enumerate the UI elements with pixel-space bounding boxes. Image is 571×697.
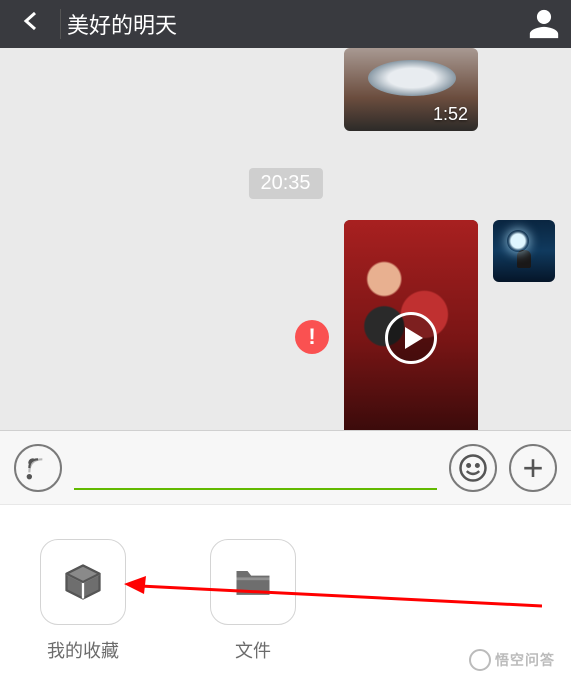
chat-message-area[interactable]: 1:52 20:35 ! 7:08 [0,48,571,430]
send-failed-icon[interactable]: ! [295,320,329,354]
panel-label: 文件 [235,637,271,663]
user-avatar[interactable] [493,220,555,282]
cube-icon [61,560,105,604]
folder-icon [231,560,275,604]
profile-icon[interactable] [527,7,561,41]
more-button[interactable]: + [509,444,557,492]
video-message-2[interactable]: 7:08 [344,220,478,430]
panel-label: 我的收藏 [47,637,119,663]
watermark: 悟空问答 [469,649,555,671]
video-message-1[interactable]: 1:52 [344,48,478,131]
text-input[interactable] [74,488,437,490]
header-divider [60,9,61,39]
video-duration: 1:52 [433,104,468,125]
panel-item-files[interactable]: 文件 [210,539,296,663]
back-button[interactable] [10,5,54,44]
plus-icon: + [522,450,543,486]
chat-header: 美好的明天 [0,0,571,48]
timestamp-divider: 20:35 [248,168,322,199]
emoji-button[interactable] [449,444,497,492]
input-toolbar: + [0,430,571,504]
panel-item-favorites[interactable]: 我的收藏 [40,539,126,663]
chat-title: 美好的明天 [67,8,527,40]
video-duration: 7:08 [433,429,468,430]
play-icon [385,312,437,364]
voice-input-button[interactable] [14,444,62,492]
